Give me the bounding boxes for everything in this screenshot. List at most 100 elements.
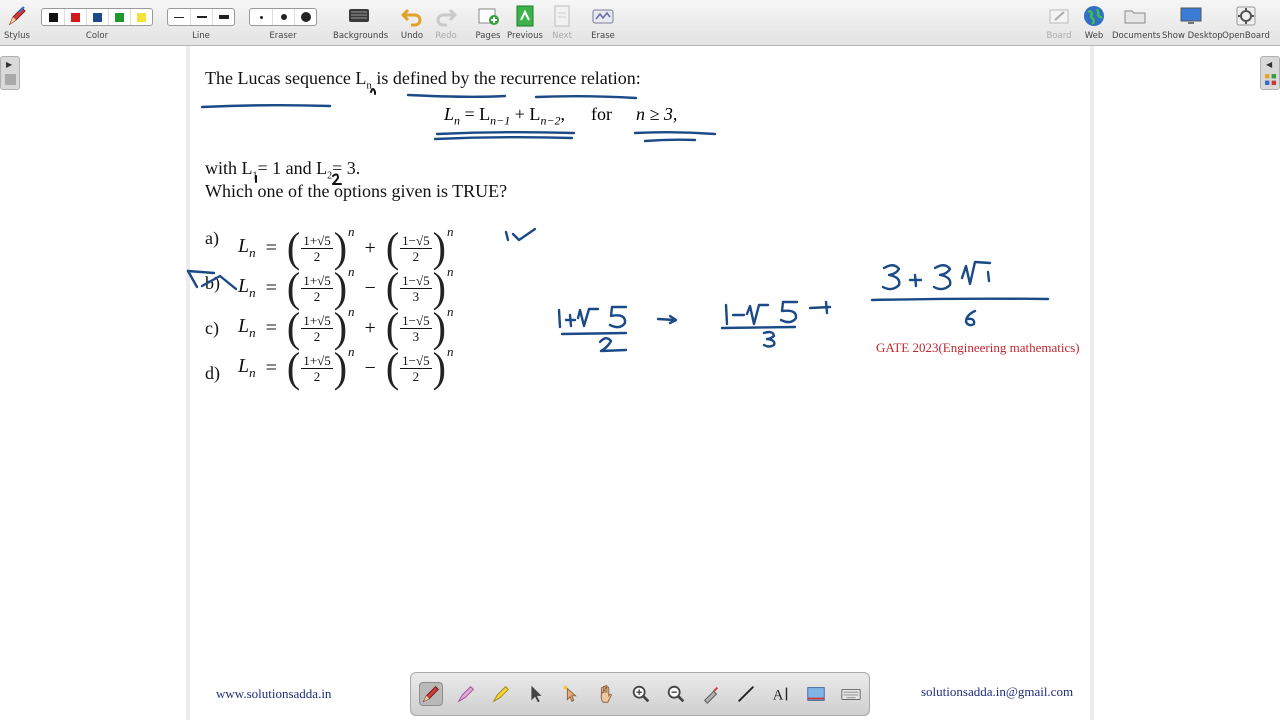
zoom-in-button[interactable] <box>629 682 653 706</box>
zoom-in-icon <box>632 685 650 703</box>
footer-website: www.solutionsadda.in <box>216 686 332 701</box>
paren-open: ( <box>286 343 301 392</box>
fraction: 1+√5 2 <box>301 232 333 264</box>
paren-close: ) <box>432 303 446 352</box>
pen-tool-button[interactable] <box>419 682 443 706</box>
option-d-formula: Ln = ( 1+√5 2 ) n − ( 1−√5 2 ) n <box>238 343 453 392</box>
text-tool-button[interactable]: A <box>769 682 793 706</box>
chevron-right-icon: ▶ <box>6 60 13 69</box>
erase-all-icon <box>592 9 614 24</box>
line-thick[interactable] <box>212 9 234 25</box>
color-blue[interactable] <box>86 9 108 25</box>
highlighter-icon <box>457 686 474 703</box>
zoom-out-button[interactable] <box>664 682 688 706</box>
previous-button[interactable]: Previous <box>507 0 543 46</box>
eraser-label: Eraser <box>269 31 297 41</box>
web-label: Web <box>1084 31 1104 41</box>
selector-tool-button[interactable] <box>524 682 548 706</box>
highlighter-tool-button[interactable] <box>454 682 478 706</box>
operator: + <box>364 316 376 339</box>
hand-tool-button[interactable] <box>594 682 618 706</box>
fraction: 1−√5 3 <box>400 272 432 304</box>
text-icon: A <box>773 688 788 704</box>
erase-button[interactable]: Erase <box>588 0 618 46</box>
eraser-sizes <box>249 8 317 26</box>
documents-button[interactable]: Documents <box>1112 0 1161 46</box>
marker-tool-button[interactable] <box>489 682 513 706</box>
zoom-out-icon <box>667 685 685 703</box>
redo-button[interactable]: Redo <box>431 0 461 46</box>
fraction: 1−√5 2 <box>400 232 432 264</box>
page-edge-left <box>186 46 190 720</box>
board-icon <box>1049 9 1069 24</box>
recurrence-formula: Ln = Ln−1 + Ln−2, for n ≥ 3, <box>444 104 677 129</box>
capture-tool-button[interactable] <box>699 682 723 706</box>
svg-text:A: A <box>773 688 784 704</box>
backgrounds-icon <box>349 9 369 22</box>
color-label: Color <box>85 31 109 41</box>
formula-comma: , <box>560 104 566 124</box>
equals-sign: = <box>265 276 277 299</box>
paren-open: ( <box>385 303 400 352</box>
eraser-large[interactable] <box>294 9 316 25</box>
ink-arrow-2 <box>808 300 832 315</box>
screenshot-tool-button[interactable] <box>804 682 828 706</box>
eraser-small[interactable] <box>250 9 272 25</box>
formula-eq: = L <box>460 104 491 124</box>
intro-rest: is defined by the recurrence relation: <box>371 68 641 88</box>
paren-open: ( <box>385 263 400 312</box>
color-green[interactable] <box>108 9 130 25</box>
paren-close: ) <box>432 263 446 312</box>
fraction: 1−√5 2 <box>400 352 432 384</box>
pointer-icon <box>531 685 542 703</box>
openboard-button[interactable]: OpenBoard <box>1222 0 1270 46</box>
add-page-icon <box>478 8 499 25</box>
ln-symbol: Ln <box>238 315 256 340</box>
pages-button[interactable]: Pages <box>473 0 503 46</box>
keyboard-button[interactable] <box>839 682 863 706</box>
eraser-group: Eraser <box>248 0 318 46</box>
play-tool-button[interactable] <box>559 682 583 706</box>
ink-working-3 <box>870 260 1050 327</box>
exponent: n <box>348 224 355 239</box>
line-tool-button[interactable] <box>734 682 758 706</box>
screenshot-icon <box>807 687 825 701</box>
question-intro: The Lucas sequence Ln is defined by the … <box>205 68 641 92</box>
web-button[interactable]: Web <box>1079 0 1109 46</box>
show-desktop-label: Show Desktop <box>1162 31 1223 41</box>
line-medium[interactable] <box>190 9 212 25</box>
fraction: 1+√5 2 <box>301 312 333 344</box>
board-button[interactable]: Board <box>1044 0 1074 46</box>
formula-plus: + L <box>510 104 541 124</box>
left-panel-toggle[interactable]: ▶ <box>0 56 20 90</box>
library-icon <box>1265 74 1276 85</box>
right-panel-toggle[interactable]: ◀ <box>1260 56 1280 90</box>
color-red[interactable] <box>64 9 86 25</box>
color-group: Color <box>40 0 154 46</box>
monitor-icon <box>1180 7 1202 24</box>
eraser-medium[interactable] <box>272 9 294 25</box>
paren-open: ( <box>286 263 301 312</box>
previous-label: Previous <box>507 31 543 41</box>
laser-pointer-icon <box>563 685 577 702</box>
stylus-icon <box>8 6 26 26</box>
exponent: n <box>446 304 454 319</box>
paren-close: ) <box>333 343 348 392</box>
initial-conditions: with L1= 1 and L2= 3. <box>205 158 360 182</box>
openboard-label: OpenBoard <box>1222 31 1270 41</box>
next-button[interactable]: Next <box>547 0 577 46</box>
formula-condition: n ≥ 3, <box>636 104 678 124</box>
line-thin[interactable] <box>168 9 190 25</box>
documents-label: Documents <box>1112 31 1161 41</box>
color-yellow[interactable] <box>130 9 152 25</box>
operator: − <box>364 356 376 379</box>
show-desktop-button[interactable]: Show Desktop <box>1162 0 1223 46</box>
backgrounds-button[interactable]: Backgrounds <box>333 0 388 46</box>
stylus-button[interactable]: Stylus <box>2 0 32 46</box>
undo-button[interactable]: Undo <box>397 0 427 46</box>
paren-open: ( <box>385 343 400 392</box>
color-black[interactable] <box>42 9 64 25</box>
tool-palette: A <box>410 672 870 716</box>
paren-close: ) <box>333 223 348 272</box>
source-note: GATE 2023(Engineering mathematics) <box>876 340 1080 355</box>
